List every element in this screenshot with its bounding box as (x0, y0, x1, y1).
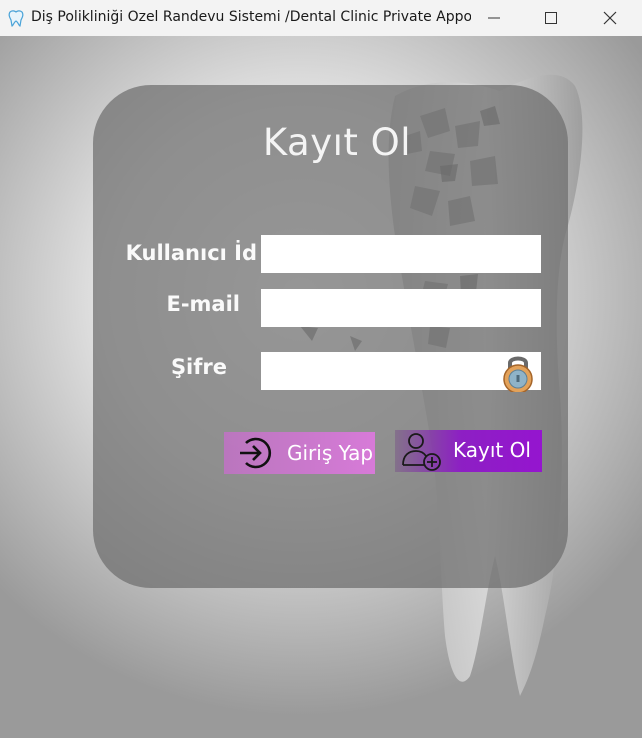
minimize-button[interactable] (465, 0, 523, 36)
password-label: Şifre (170, 355, 227, 379)
tooth-icon (8, 10, 24, 27)
maximize-button[interactable] (522, 0, 580, 36)
close-icon (603, 11, 617, 25)
sign-in-arrow-icon (240, 437, 272, 469)
minimize-icon (488, 17, 500, 19)
login-button[interactable]: Giriş Yap (224, 432, 375, 474)
title-bar: Diş Polikliniği Özel Randevu Sistemi /De… (0, 0, 642, 36)
maximize-icon (545, 12, 557, 24)
window-title: Diş Polikliniği Özel Randevu Sistemi /De… (31, 9, 471, 25)
register-button[interactable]: Kayıt Ol (395, 430, 542, 472)
padlock-icon[interactable] (499, 352, 537, 392)
username-input[interactable] (261, 235, 541, 273)
add-user-icon (402, 433, 441, 471)
page-title: Kayıt Ol (262, 121, 412, 164)
email-label: E-mail (166, 292, 240, 316)
register-button-label: Kayıt Ol (453, 438, 531, 462)
login-button-label: Giriş Yap (287, 441, 374, 465)
username-label: Kullanıcı İd (125, 241, 257, 265)
close-button[interactable] (581, 0, 639, 36)
client-area: Kayıt Ol Kullanıcı İd E-mail Şifre Giriş… (0, 36, 642, 738)
email-input[interactable] (261, 289, 541, 327)
